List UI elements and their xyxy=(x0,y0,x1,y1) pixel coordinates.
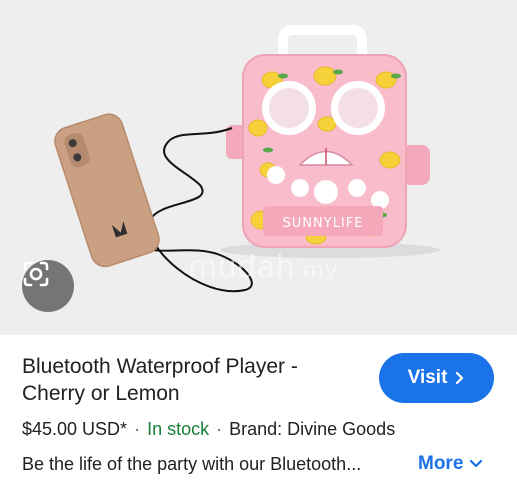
meta-separator: · xyxy=(134,419,141,439)
watermark-text: mudah xyxy=(188,250,296,285)
visit-button-label: Visit xyxy=(407,367,448,388)
product-brand: Brand: Divine Goods xyxy=(229,419,396,439)
chevron-right-icon xyxy=(456,371,464,385)
chevron-down-icon xyxy=(470,459,483,468)
meta-separator: · xyxy=(216,419,223,439)
lens-search-button[interactable] xyxy=(22,260,74,312)
product-info-panel: Bluetooth Waterproof Player - Cherry or … xyxy=(0,335,517,480)
more-button[interactable]: More xyxy=(418,453,483,475)
more-button-label: More xyxy=(418,453,464,474)
camera-lens-icon xyxy=(23,261,49,287)
product-description: Be the life of the party with our Blueto… xyxy=(22,454,362,474)
product-image[interactable]: SUNNYLIFE mudah.my xyxy=(0,0,517,335)
watermark-suffix: .my xyxy=(295,258,339,283)
visit-button[interactable]: Visit xyxy=(379,353,494,403)
product-meta: $45.00 USD* · In stock · Brand: Divine Goods xyxy=(22,419,395,440)
stock-status: In stock xyxy=(147,419,210,439)
image-watermark: mudah.my xyxy=(188,250,338,285)
speaker-brand-text: SUNNYLIFE xyxy=(283,216,364,231)
product-title[interactable]: Bluetooth Waterproof Player - Cherry or … xyxy=(22,353,362,407)
product-price: $45.00 USD* xyxy=(22,419,128,439)
